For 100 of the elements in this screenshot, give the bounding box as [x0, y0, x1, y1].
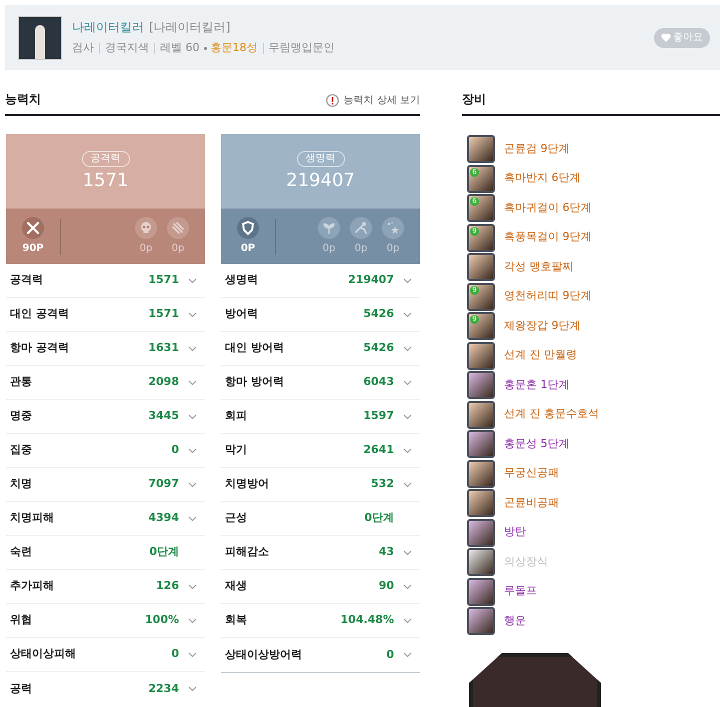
chevron-down-icon[interactable]	[402, 550, 412, 556]
chevron-down-icon[interactable]	[402, 482, 412, 488]
chevron-down-icon[interactable]	[188, 516, 196, 522]
claw-marks-icon[interactable]	[167, 217, 189, 239]
item-thumbnail[interactable]	[467, 607, 495, 635]
item-name[interactable]: 행운	[504, 612, 526, 630]
chevron-down-icon[interactable]	[188, 380, 196, 386]
stat-value: 532	[371, 476, 394, 492]
stat-label: 항마 공격력	[10, 340, 70, 356]
chevron-down-icon[interactable]	[188, 312, 196, 318]
point-value: 90P	[22, 242, 44, 256]
stat-row[interactable]: 명중 3445	[6, 400, 205, 434]
item-name[interactable]: 선계 진 만월령	[504, 347, 577, 364]
stat-details-link[interactable]: 능력치 상세 보기	[326, 93, 420, 108]
item-name[interactable]: 방탄	[504, 524, 526, 541]
running-figure-icon[interactable]	[350, 217, 372, 239]
stat-label: 항마 방어력	[225, 374, 285, 390]
chevron-down-icon[interactable]	[402, 652, 412, 658]
chevron-down-icon[interactable]	[402, 312, 412, 318]
chevron-down-icon[interactable]	[402, 448, 412, 454]
stat-row[interactable]: 공격력 1571	[6, 264, 205, 298]
crossed-swords-icon[interactable]	[22, 217, 44, 239]
chevron-down-icon[interactable]	[188, 278, 196, 284]
chevron-down-icon[interactable]	[188, 346, 196, 352]
item-thumbnail[interactable]	[467, 548, 495, 576]
item-name[interactable]: 곤륜검 9단계	[504, 140, 570, 158]
stat-row[interactable]: 치명방어 532	[221, 468, 420, 502]
stat-row[interactable]: 재생 90	[221, 570, 420, 604]
item-name[interactable]: 곤륜비공패	[504, 494, 559, 512]
stat-label: 막기	[225, 442, 248, 458]
item-thumbnail[interactable]	[467, 578, 495, 606]
stat-row[interactable]: 상태이상피해 0	[6, 638, 205, 672]
stat-row[interactable]: 항마 공격력 1631	[6, 332, 205, 366]
skull-icon[interactable]	[135, 217, 157, 239]
item-name[interactable]: 선계 진 홍문수호석	[504, 406, 599, 423]
item-name[interactable]: 제왕장갑 9단계	[504, 318, 580, 334]
item-thumbnail[interactable]	[467, 371, 495, 399]
chevron-down-icon[interactable]	[402, 584, 412, 590]
chevron-down-icon[interactable]	[402, 414, 412, 420]
item-name[interactable]: 루돌프	[504, 583, 537, 600]
item-name[interactable]: 홍문혼 1단계	[504, 376, 570, 394]
stat-row[interactable]: 관통 2098	[6, 366, 205, 400]
shield-icon[interactable]	[237, 217, 259, 239]
character-name[interactable]: 나레이터킬러	[72, 18, 144, 36]
item-name[interactable]: 흑마귀걸이 6단계	[504, 200, 592, 216]
stat-row[interactable]: 대인 방어력 5426	[221, 332, 420, 366]
stat-row[interactable]: 회피 1597	[221, 400, 420, 434]
chevron-down-icon[interactable]	[188, 618, 196, 624]
chevron-down-icon[interactable]	[188, 414, 196, 420]
stat-row[interactable]: 위협 100%	[6, 604, 205, 638]
stat-label: 공력	[10, 680, 33, 697]
item-name[interactable]: 무궁신공패	[504, 465, 559, 482]
point-value: 0p	[386, 242, 400, 256]
stat-row[interactable]: 추가피해 126	[6, 570, 205, 604]
stat-label: 위협	[10, 612, 33, 628]
stat-value: 5426	[363, 306, 394, 322]
chevron-down-icon[interactable]	[402, 380, 412, 386]
stat-row[interactable]: 생명력 219407	[221, 264, 420, 298]
stat-value: 1571	[148, 306, 179, 322]
item-thumbnail[interactable]	[467, 253, 495, 281]
stat-label: 치명피해	[10, 510, 55, 526]
stat-row[interactable]: 대인 공격력 1571	[6, 298, 205, 332]
item-thumbnail[interactable]	[467, 342, 495, 370]
stat-value: 0단계	[149, 544, 179, 560]
stat-value: 0	[171, 646, 179, 662]
item-name[interactable]: 각성 맹호팔찌	[504, 258, 574, 276]
stat-label: 추가피해	[10, 578, 55, 594]
chevron-down-icon[interactable]	[188, 448, 196, 454]
stat-row[interactable]: 방어력 5426	[221, 298, 420, 332]
item-thumbnail[interactable]	[467, 430, 495, 458]
chevron-down-icon[interactable]	[402, 346, 412, 352]
stars-icon[interactable]	[382, 217, 404, 239]
stat-row[interactable]: 회복 104.48%	[221, 604, 420, 638]
point-value: 0p	[354, 242, 368, 256]
item-thumbnail[interactable]	[467, 400, 495, 428]
item-thumbnail[interactable]	[467, 135, 495, 163]
chevron-down-icon[interactable]	[188, 686, 196, 692]
item-name[interactable]: 영천허리띠 9단계	[504, 288, 592, 305]
stat-row[interactable]: 막기 2641	[221, 434, 420, 468]
stat-row[interactable]: 집중 0	[6, 434, 205, 468]
chevron-down-icon[interactable]	[188, 652, 196, 658]
item-thumbnail[interactable]	[467, 489, 495, 517]
item-name[interactable]: 홍문성 5단계	[504, 436, 570, 452]
item-name[interactable]: 흑마반지 6단계	[504, 170, 580, 187]
chevron-down-icon[interactable]	[402, 278, 412, 284]
stat-row[interactable]: 항마 방어력 6043	[221, 366, 420, 400]
sprout-icon[interactable]	[318, 217, 340, 239]
item-thumbnail[interactable]	[467, 460, 495, 488]
chevron-down-icon[interactable]	[188, 482, 196, 488]
chevron-down-icon[interactable]	[402, 618, 412, 624]
stat-row[interactable]: 치명피해 4394	[6, 502, 205, 536]
item-thumbnail[interactable]	[467, 518, 495, 546]
stat-row[interactable]: 치명 7097	[6, 468, 205, 502]
stat-row[interactable]: 피해감소 43	[221, 536, 420, 570]
card-label: 공격력	[82, 150, 130, 166]
item-name[interactable]: 흑풍목걸이 9단계	[504, 229, 592, 246]
chevron-down-icon[interactable]	[188, 584, 196, 590]
stat-row[interactable]: 공력 2234	[6, 672, 205, 706]
point-value: 0p	[140, 242, 152, 256]
stat-row[interactable]: 상태이상방어력 0	[221, 638, 420, 672]
